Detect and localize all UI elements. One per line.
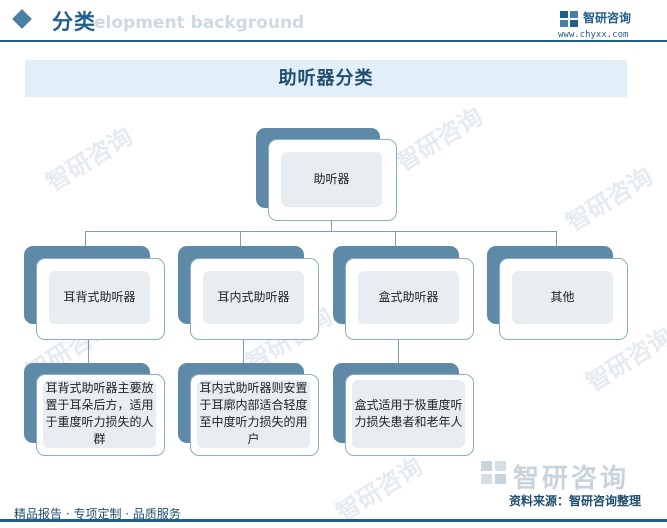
diamond-icon: [12, 9, 32, 29]
category-label: 耳背式助听器: [49, 271, 150, 324]
watermark: 智研咨询: [561, 162, 658, 237]
brand-name: 智研咨询: [583, 11, 632, 25]
connector-line: [395, 231, 396, 247]
connector-line: [398, 338, 399, 364]
connector-line: [85, 231, 557, 232]
category-label: 盒式助听器: [358, 271, 459, 324]
connector-line: [243, 338, 244, 364]
brand-logo-icon: [560, 11, 578, 27]
watermark: 智研咨询: [331, 452, 428, 527]
footer-divider: [0, 519, 667, 522]
header-bar: elopment background 分类 智研咨询 www.chyxx.co…: [0, 0, 667, 42]
root-node-label: 助听器: [281, 152, 382, 207]
connector-line: [556, 231, 557, 247]
connector-line: [88, 338, 89, 364]
watermark: 智研咨询: [41, 122, 138, 197]
category-label: 耳内式助听器: [203, 271, 304, 324]
footer-logo-icon: [481, 461, 506, 484]
header-title: 分类: [52, 10, 96, 34]
data-source: 资料来源：智研咨询整理: [509, 494, 642, 508]
watermark: 智研咨询: [391, 102, 488, 177]
category-label: 其他: [512, 271, 613, 324]
connector-line: [85, 231, 86, 247]
diagram-title: 助听器分类: [25, 60, 627, 97]
header-background-text: elopment background: [94, 13, 305, 33]
brand-url: www.chyxx.com: [558, 30, 629, 40]
description-text: 盒式适用于极重度听力损失患者和老年人: [352, 380, 465, 448]
footer-brand-name: 智研咨询: [513, 464, 630, 494]
description-text: 耳背式助听器主要放置于耳朵后方，适用于重度听力损失的人群: [43, 380, 156, 448]
connector-line: [240, 231, 241, 247]
description-text: 耳内式助听器则安置于耳廓内部适合轻度至中度听力损失的用户: [197, 380, 310, 448]
header-divider: [0, 40, 667, 42]
